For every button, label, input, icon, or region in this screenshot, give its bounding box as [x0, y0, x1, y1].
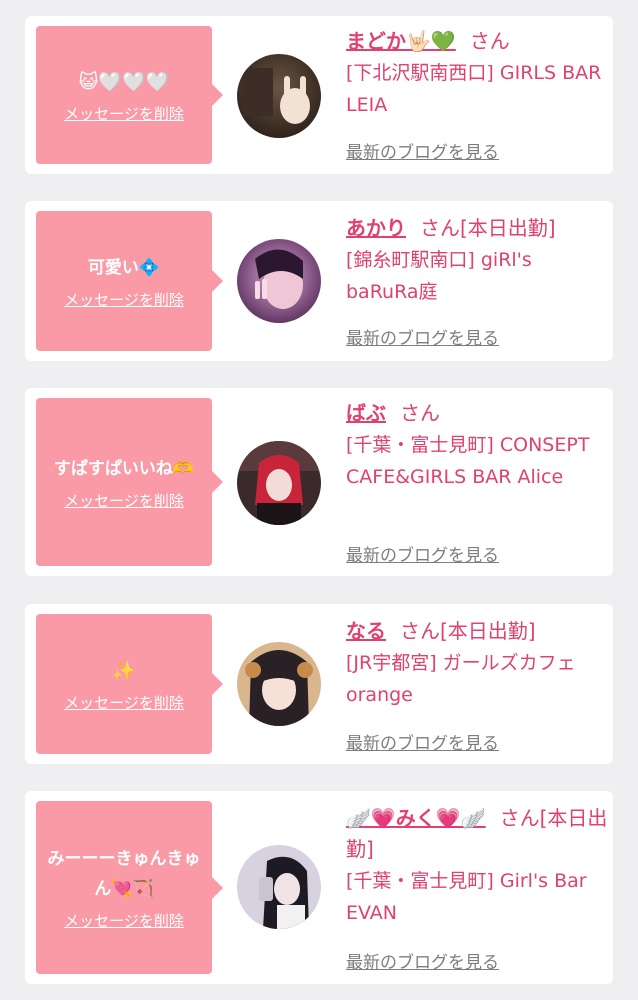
delete-message-link[interactable]: メッセージを削除	[64, 910, 184, 931]
message-bubble: みーーーきゅんきゅん💘🏹 メッセージを削除	[36, 801, 223, 974]
delete-message-link[interactable]: メッセージを削除	[64, 692, 184, 713]
cast-info: あかり さん[本日出勤] [錦糸町駅南口] giRl's baRuRa庭	[346, 213, 608, 308]
latest-blog-link[interactable]: 最新のブログを見る	[346, 948, 499, 973]
cast-info: まどか🤟🏻💚 さん [下北沢駅南西口] GIRLS BAR LEIA	[346, 26, 608, 121]
shop-name: [千葉・富士見町] Girl's Bar EVAN	[346, 870, 587, 924]
message-bubble: ✨ メッセージを削除	[36, 614, 223, 754]
message-card: ✨ メッセージを削除 なる さん[本日出勤] [JR宇都宮] ガールズカフェ or…	[25, 604, 613, 764]
delete-message-link[interactable]: メッセージを削除	[64, 103, 184, 124]
status-badge: [本日出勤]	[460, 216, 556, 240]
delete-message-link[interactable]: メッセージを削除	[64, 490, 184, 511]
name-line: ばぶ さん	[346, 398, 608, 429]
cast-name-link[interactable]: ばぶ	[346, 401, 386, 425]
name-line: なる さん[本日出勤]	[346, 616, 608, 647]
message-text: 可愛い💠	[87, 257, 161, 278]
message-text: すぱすぱいいね🫶	[53, 458, 195, 479]
latest-blog-link[interactable]: 最新のブログを見る	[346, 729, 499, 754]
cast-info: ばぶ さん [千葉・富士見町] CONSEPT CAFE&GIRLS BAR Al…	[346, 398, 608, 493]
cast-info: 🪽💗みく💗🪽 さん[本日出勤] [千葉・富士見町] Girl's Bar EVAN	[346, 803, 608, 929]
message-bubble: 😺🤍🤍🤍 メッセージを削除	[36, 26, 223, 164]
latest-blog-link[interactable]: 最新のブログを見る	[346, 138, 499, 163]
shop-name: [JR宇都宮] ガールズカフェ orange	[346, 652, 576, 706]
message-bubble: 可愛い💠 メッセージを削除	[36, 211, 223, 351]
status-badge: [本日出勤]	[440, 619, 536, 643]
avatar[interactable]	[237, 239, 321, 323]
avatar[interactable]	[237, 845, 321, 929]
message-card: 可愛い💠 メッセージを削除 あかり さん[本日出勤] [錦糸町駅南口] giRl'…	[25, 201, 613, 361]
honorific: さん	[400, 401, 440, 425]
avatar[interactable]	[237, 54, 321, 138]
name-line: 🪽💗みく💗🪽 さん[本日出勤]	[346, 803, 608, 865]
shop-name: [錦糸町駅南口] giRl's baRuRa庭	[346, 249, 532, 303]
cast-name-link[interactable]: なる	[346, 619, 386, 643]
cast-info: なる さん[本日出勤] [JR宇都宮] ガールズカフェ orange	[346, 616, 608, 711]
message-bubble: すぱすぱいいね🫶 メッセージを削除	[36, 398, 223, 566]
message-card: みーーーきゅんきゅん💘🏹 メッセージを削除 🪽💗みく💗🪽 さん[本日出勤] [千葉…	[25, 791, 613, 984]
name-line: あかり さん[本日出勤]	[346, 213, 608, 244]
message-text: みーーーきゅんきゅん💘🏹	[47, 849, 201, 899]
latest-blog-link[interactable]: 最新のブログを見る	[346, 324, 499, 349]
shop-name: [下北沢駅南西口] GIRLS BAR LEIA	[346, 62, 602, 116]
honorific: さん	[499, 806, 540, 830]
message-text: 😺🤍🤍🤍	[78, 70, 170, 93]
cast-name-link[interactable]: あかり	[346, 216, 406, 240]
cast-name-link[interactable]: まどか🤟🏻💚	[346, 29, 456, 53]
honorific: さん	[420, 216, 460, 240]
message-text: ✨	[112, 659, 136, 682]
latest-blog-link[interactable]: 最新のブログを見る	[346, 541, 499, 566]
cast-name-link[interactable]: 🪽💗みく💗🪽	[346, 806, 486, 830]
shop-name: [千葉・富士見町] CONSEPT CAFE&GIRLS BAR Alice	[346, 434, 590, 488]
delete-message-link[interactable]: メッセージを削除	[64, 289, 184, 310]
honorific: さん	[469, 29, 510, 53]
message-card: すぱすぱいいね🫶 メッセージを削除 ばぶ さん [千葉・富士見町] CONSEPT…	[25, 388, 613, 576]
message-card: 😺🤍🤍🤍 メッセージを削除 まどか🤟🏻💚 さん [下北沢駅南西口] GIRLS B…	[25, 16, 613, 174]
name-line: まどか🤟🏻💚 さん	[346, 26, 608, 57]
avatar[interactable]	[237, 642, 321, 726]
honorific: さん	[400, 619, 440, 643]
avatar[interactable]	[237, 441, 321, 525]
